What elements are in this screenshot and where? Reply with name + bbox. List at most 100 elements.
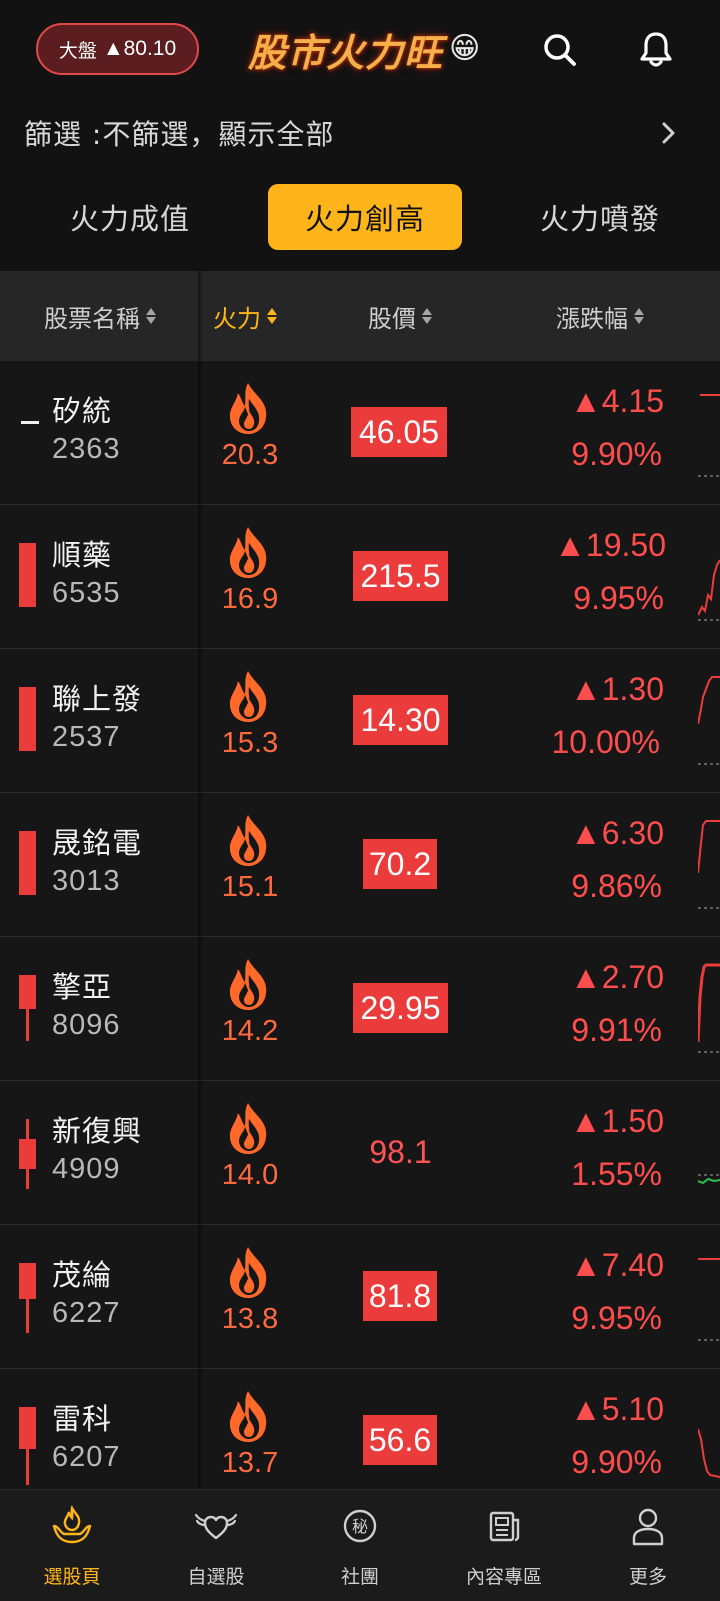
fire-icon — [229, 383, 267, 434]
stock-price: 81.8 — [363, 1271, 437, 1321]
nav-label: 內容專區 — [465, 1566, 542, 1588]
chevron-right-icon — [658, 122, 680, 144]
stock-price: 98.1 — [369, 1133, 432, 1170]
fire-score: 20.3 — [221, 439, 279, 471]
search-button[interactable] — [536, 26, 584, 74]
nav-stock-picker[interactable]: 選股頁 — [0, 1490, 144, 1601]
percent-change: 9.95% — [573, 580, 664, 616]
stock-name-cell: 茂綸 6227 — [0, 1225, 200, 1368]
percent-change: 10.00% — [551, 724, 660, 760]
stock-name-cell: 順藥 6535 — [0, 505, 200, 648]
stock-name-cell: 矽統 2363 — [0, 361, 200, 504]
stock-name: 茂綸 — [52, 1258, 113, 1292]
sort-name-header[interactable]: 股票名稱 — [0, 271, 200, 361]
fire-score: 13.8 — [221, 1303, 279, 1335]
stock-code: 6535 — [52, 577, 121, 609]
stock-code: 2537 — [52, 721, 121, 753]
search-icon — [544, 34, 576, 66]
percent-change: 9.90% — [571, 436, 662, 472]
stock-code: 6227 — [52, 1297, 121, 1329]
filter-bar[interactable]: 篩選 :不篩選，顯示全部 — [0, 100, 720, 166]
price-change: ▲4.15 — [570, 383, 664, 419]
tab-fire-turnover[interactable]: 火力成值 — [40, 184, 220, 250]
fire-score: 15.1 — [221, 871, 279, 903]
fire-icon — [229, 1247, 267, 1298]
stock-name: 雷科 — [52, 1402, 113, 1436]
sparkline-chart — [698, 676, 720, 765]
bottom-navigation: 選股頁 自選股 秘 社團 內容專區 更多 — [0, 1489, 720, 1601]
table-row[interactable]: 矽統 2363 20.3 46.05 ▲4.15 9.90% — [0, 361, 720, 505]
header-label: 漲跌幅 — [556, 304, 628, 333]
filter-text: 篩選 :不篩選，顯示全部 — [24, 118, 335, 151]
tab-fire-burst[interactable]: 火力噴發 — [510, 184, 690, 250]
header-label: 火力 — [213, 304, 261, 333]
sort-fire-header[interactable]: 火力 — [200, 271, 290, 361]
percent-change: 9.90% — [571, 1444, 662, 1480]
fire-score: 15.3 — [221, 727, 279, 759]
sparkline-chart — [698, 963, 720, 1053]
sparkline-chart — [698, 394, 720, 477]
notifications-button[interactable] — [632, 26, 680, 74]
nav-label: 社團 — [340, 1566, 379, 1588]
fire-icon — [229, 1103, 267, 1154]
price-change: ▲19.50 — [554, 527, 666, 563]
table-row[interactable]: 晟銘電 3013 15.1 70.2 ▲6.30 9.86% — [0, 793, 720, 937]
stock-price: 70.2 — [363, 839, 437, 889]
stock-name-cell: 新復興 4909 — [0, 1081, 200, 1224]
nav-label: 更多 — [628, 1566, 667, 1588]
sort-price-header[interactable]: 股價 — [340, 271, 460, 361]
stock-name-cell: 雷科 6207 — [0, 1369, 200, 1489]
person-icon — [632, 1508, 664, 1546]
hand-fire-icon — [52, 1504, 92, 1544]
stock-code: 3013 — [52, 865, 121, 897]
logo-text: 股市火力旺 — [248, 29, 444, 75]
table-row[interactable]: 新復興 4909 14.0 98.1 ▲1.50 1.55% — [0, 1081, 720, 1225]
grin-emoji-icon: 😁 — [449, 31, 481, 66]
table-row[interactable]: 茂綸 6227 13.8 81.8 ▲7.40 9.95% — [0, 1225, 720, 1369]
table-row[interactable]: 順藥 6535 16.9 215.5 ▲19.50 9.95% — [0, 505, 720, 649]
table-header: 股票名稱 火力 股價 漲跌幅 — [0, 271, 720, 361]
stock-name-cell: 聯上發 2537 — [0, 649, 200, 792]
percent-change: 9.95% — [571, 1300, 662, 1336]
nav-more[interactable]: 更多 — [576, 1490, 720, 1601]
market-index-value: ▲80.10 — [102, 37, 177, 60]
fire-score: 14.0 — [221, 1159, 279, 1191]
stock-price: 56.6 — [363, 1415, 437, 1465]
market-index-badge[interactable]: 大盤 ▲80.10 — [36, 23, 199, 75]
stock-name-cell: 擎亞 8096 — [0, 937, 200, 1080]
market-index-label: 大盤 — [58, 39, 97, 62]
secret-badge-icon: 秘 — [343, 1509, 377, 1543]
stock-name: 新復興 — [52, 1114, 143, 1148]
stock-price: 215.5 — [353, 551, 448, 601]
header-label: 股票名稱 — [44, 304, 140, 333]
table-row[interactable]: 聯上發 2537 15.3 14.30 ▲1.30 10.00% — [0, 649, 720, 793]
stock-name: 晟銘電 — [52, 826, 143, 860]
fire-icon — [229, 959, 267, 1010]
nav-community[interactable]: 秘 社團 — [288, 1490, 432, 1601]
sort-icon — [146, 308, 156, 324]
sort-icon — [422, 308, 432, 324]
stock-name: 擎亞 — [52, 970, 113, 1004]
stock-name: 矽統 — [52, 394, 113, 428]
tab-fire-new-high[interactable]: 火力創高 — [268, 184, 462, 250]
percent-change: 1.55% — [571, 1156, 662, 1192]
fire-icon — [229, 527, 267, 578]
percent-change: 9.86% — [571, 868, 662, 904]
table-row[interactable]: 擎亞 8096 14.2 29.95 ▲2.70 9.91% — [0, 937, 720, 1081]
fire-icon — [229, 1391, 267, 1442]
stock-code: 6207 — [52, 1441, 121, 1473]
fire-score: 13.7 — [221, 1447, 279, 1479]
price-change: ▲1.50 — [570, 1103, 664, 1139]
sort-icon — [267, 308, 277, 324]
sparkline-chart — [698, 820, 720, 909]
stock-code: 4909 — [52, 1153, 121, 1185]
fire-score: 16.9 — [221, 583, 279, 615]
stock-code: 8096 — [52, 1009, 121, 1041]
stock-code: 2363 — [52, 433, 121, 465]
nav-content-zone[interactable]: 內容專區 — [432, 1490, 576, 1601]
table-row[interactable]: 雷科 6207 13.7 56.6 ▲5.10 9.90% — [0, 1369, 720, 1489]
sort-change-header[interactable]: 漲跌幅 — [530, 271, 670, 361]
nav-watchlist[interactable]: 自選股 — [144, 1490, 288, 1601]
nav-label: 自選股 — [187, 1566, 245, 1588]
stock-price: 29.95 — [353, 983, 448, 1033]
